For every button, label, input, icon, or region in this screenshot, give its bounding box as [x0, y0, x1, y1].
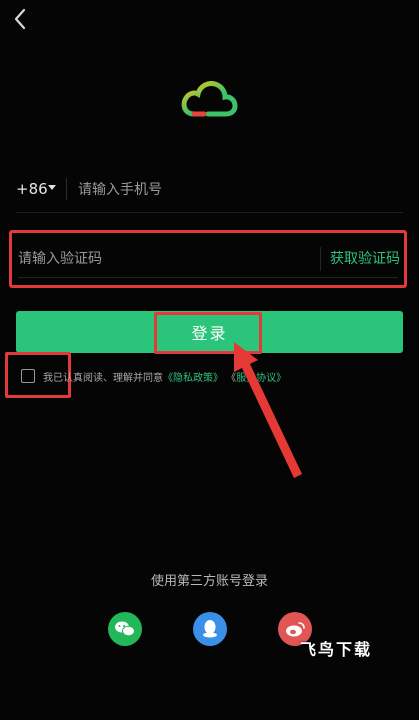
arrow-annotation-icon	[234, 342, 302, 478]
divider	[66, 178, 67, 200]
privacy-policy-link[interactable]: 《隐私政策》	[163, 373, 223, 384]
caret-down-icon[interactable]	[47, 184, 57, 192]
agreement-middle: 《	[223, 373, 237, 384]
wechat-login-button[interactable]	[108, 612, 142, 646]
agreement-text: 我已认真阅读、理解并同意《隐私政策》 《服务协议》	[43, 369, 286, 384]
cloud-logo-icon	[181, 81, 238, 117]
app-logo	[178, 78, 240, 122]
watermark-text: 飞鸟下载	[300, 640, 373, 659]
login-button-label: 登录	[191, 326, 228, 343]
phone-row: +86	[16, 174, 403, 213]
divider	[18, 277, 398, 278]
verify-code-row: 获取验证码	[9, 230, 407, 288]
back-button[interactable]	[8, 6, 34, 32]
qq-login-button[interactable]	[193, 612, 227, 646]
phone-input[interactable]	[78, 176, 378, 204]
agreement-prefix: 我已认真阅读、理解并同意	[43, 373, 163, 384]
country-code-selector[interactable]: +86	[16, 180, 48, 198]
qq-icon	[203, 620, 217, 638]
login-button[interactable]: 登录	[16, 311, 403, 353]
chevron-left-icon	[14, 8, 26, 30]
user-agreement-link[interactable]: 服务协议》	[236, 373, 286, 384]
get-code-button[interactable]: 获取验证码	[330, 248, 400, 268]
agreement-checkbox[interactable]	[21, 369, 35, 383]
wechat-icon	[115, 621, 135, 637]
third-party-title: 使用第三方账号登录	[150, 574, 268, 589]
divider	[16, 212, 403, 213]
verify-code-input[interactable]	[18, 245, 298, 273]
divider	[320, 247, 321, 271]
